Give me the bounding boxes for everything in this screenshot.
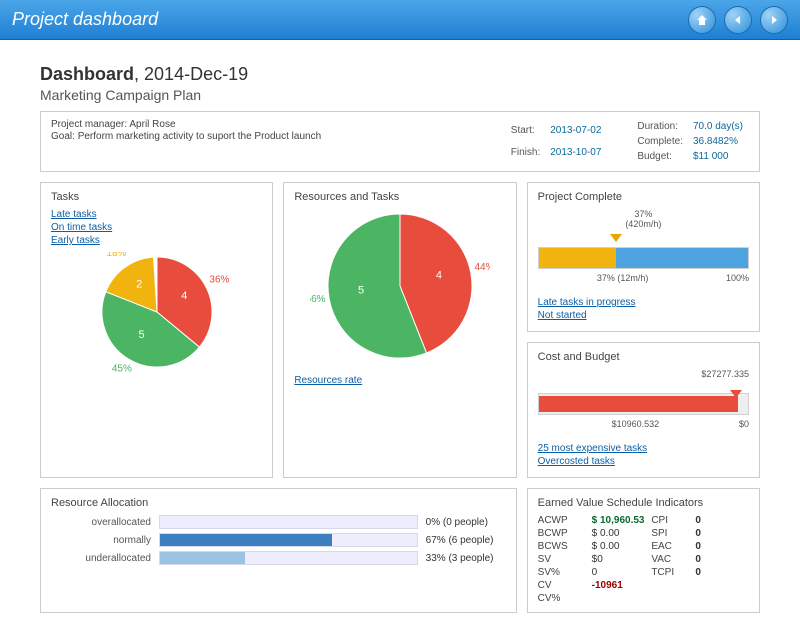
svg-text:5: 5: [358, 284, 364, 296]
svg-text:4: 4: [181, 290, 187, 302]
svg-text:56%: 56%: [310, 294, 326, 305]
tasks-panel: Tasks Late tasks On time tasks Early tas…: [40, 182, 273, 478]
alloc-label: overallocated: [51, 517, 151, 528]
allocation-chart: overallocated 0% (0 people) normally 67% …: [51, 515, 506, 565]
link-ontime-tasks[interactable]: On time tasks: [51, 222, 262, 233]
grid: Tasks Late tasks On time tasks Early tas…: [40, 182, 760, 613]
svg-text:5: 5: [138, 329, 144, 341]
home-button[interactable]: [688, 6, 716, 34]
panel-title: Project Complete: [538, 191, 749, 203]
page-title: Dashboard, 2014-Dec-19: [40, 64, 760, 85]
alloc-value: 67% (6 people): [426, 535, 506, 546]
svg-text:4: 4: [436, 270, 442, 282]
cost-top-right: $27277.335: [538, 369, 749, 379]
link-overcosted-tasks[interactable]: Overcosted tasks: [538, 456, 749, 467]
meta-panel: Project manager: April Rose Goal: Perfor…: [40, 111, 760, 172]
meta-left: Project manager: April Rose Goal: Perfor…: [51, 118, 321, 165]
panel-title: Resource Allocation: [51, 497, 506, 509]
ev-panel: Earned Value Schedule Indicators ACWP$ 1…: [527, 488, 760, 613]
link-expensive-tasks[interactable]: 25 most expensive tasks: [538, 443, 749, 454]
titlebar: Project dashboard: [0, 0, 800, 40]
complete-top-label: 37% (420m/h): [538, 209, 749, 229]
back-button[interactable]: [724, 6, 752, 34]
complete-panel: Project Complete 37% (420m/h) 37% (12m/h…: [527, 182, 760, 332]
svg-text:45%: 45%: [112, 363, 132, 372]
header: Dashboard, 2014-Dec-19 Marketing Campaig…: [40, 64, 760, 103]
cost-labels: $10960.532 $0: [538, 419, 749, 433]
panel-title: Earned Value Schedule Indicators: [538, 497, 749, 509]
meta-stats: Duration:70.0 day(s)Complete:36.8482%Bud…: [631, 118, 749, 165]
link-late-in-progress[interactable]: Late tasks in progress: [538, 297, 749, 308]
forward-button[interactable]: [760, 6, 788, 34]
alloc-label: normally: [51, 535, 151, 546]
alloc-bar: [159, 533, 418, 547]
alloc-label: underallocated: [51, 553, 151, 564]
svg-text:2: 2: [136, 279, 142, 291]
svg-text:36%: 36%: [209, 275, 229, 286]
alloc-value: 33% (3 people): [426, 553, 506, 564]
tasks-pie: 4 36% 5 45% 2 18%: [77, 252, 237, 382]
complete-labels: 37% (12m/h) 100%: [538, 273, 749, 287]
page-subtitle: Marketing Campaign Plan: [40, 87, 760, 103]
meta-right: Start:2013-07-02Finish:2013-10-07 Durati…: [505, 118, 749, 165]
panel-title: Resources and Tasks: [294, 191, 505, 203]
panel-title: Tasks: [51, 191, 262, 203]
alloc-bar: [159, 551, 418, 565]
page: Dashboard, 2014-Dec-19 Marketing Campaig…: [0, 40, 800, 637]
link-late-tasks[interactable]: Late tasks: [51, 209, 262, 220]
svg-text:18%: 18%: [106, 252, 126, 259]
cost-bar: [538, 393, 749, 415]
resources-panel: Resources and Tasks 4 44% 5 56% Resources r…: [283, 182, 516, 478]
app-title: Project dashboard: [12, 9, 158, 30]
svg-text:44%: 44%: [474, 262, 490, 273]
allocation-panel: Resource Allocation overallocated 0% (0 …: [40, 488, 517, 613]
link-resources-rate[interactable]: Resources rate: [294, 375, 505, 386]
alloc-bar: [159, 515, 418, 529]
link-early-tasks[interactable]: Early tasks: [51, 235, 262, 246]
right-column: Project Complete 37% (420m/h) 37% (12m/h…: [527, 182, 760, 478]
link-not-started[interactable]: Not started: [538, 310, 749, 321]
cost-panel: Cost and Budget $27277.335 $10960.532 $0…: [527, 342, 760, 478]
panel-title: Cost and Budget: [538, 351, 749, 363]
titlebar-buttons: [688, 6, 788, 34]
alloc-value: 0% (0 people): [426, 517, 506, 528]
resources-pie: 4 44% 5 56%: [310, 209, 490, 369]
ev-table: ACWP$ 10,960.53 CPI0BCWP$ 0.00 SPI0BCWS$…: [538, 515, 749, 604]
complete-bar: [538, 247, 749, 269]
meta-dates: Start:2013-07-02Finish:2013-10-07: [505, 118, 608, 165]
